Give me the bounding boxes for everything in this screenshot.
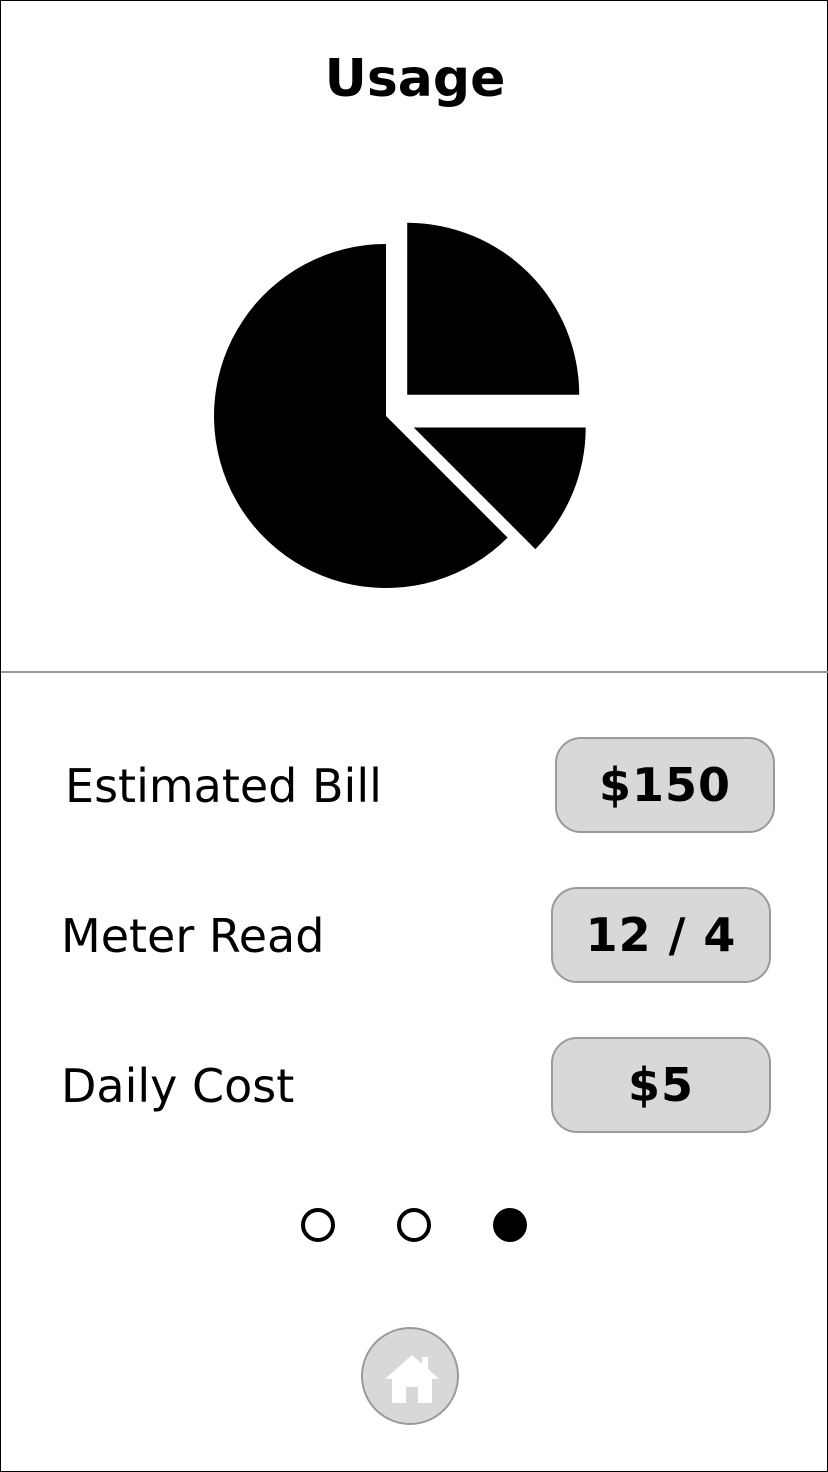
pie-slice-upper-right [407, 222, 580, 395]
screen: Usage Estimated Bill $150 Meter Read 12 … [0, 0, 828, 1472]
home-icon [385, 1355, 439, 1403]
meter-read-value: 12 / 4 [551, 887, 771, 983]
daily-cost-value: $5 [551, 1037, 771, 1133]
usage-pie-chart [214, 222, 586, 588]
meter-read-label: Meter Read [61, 909, 325, 963]
page-indicator-dot-active[interactable] [493, 1208, 527, 1242]
section-divider [1, 671, 828, 673]
page-indicator-dot[interactable] [301, 1208, 335, 1242]
page-indicator-dot[interactable] [397, 1208, 431, 1242]
estimated-bill-value: $150 [555, 737, 775, 833]
page-title: Usage [324, 49, 506, 109]
estimated-bill-label: Estimated Bill [65, 759, 382, 813]
daily-cost-label: Daily Cost [61, 1059, 295, 1113]
home-button[interactable] [361, 1327, 459, 1425]
